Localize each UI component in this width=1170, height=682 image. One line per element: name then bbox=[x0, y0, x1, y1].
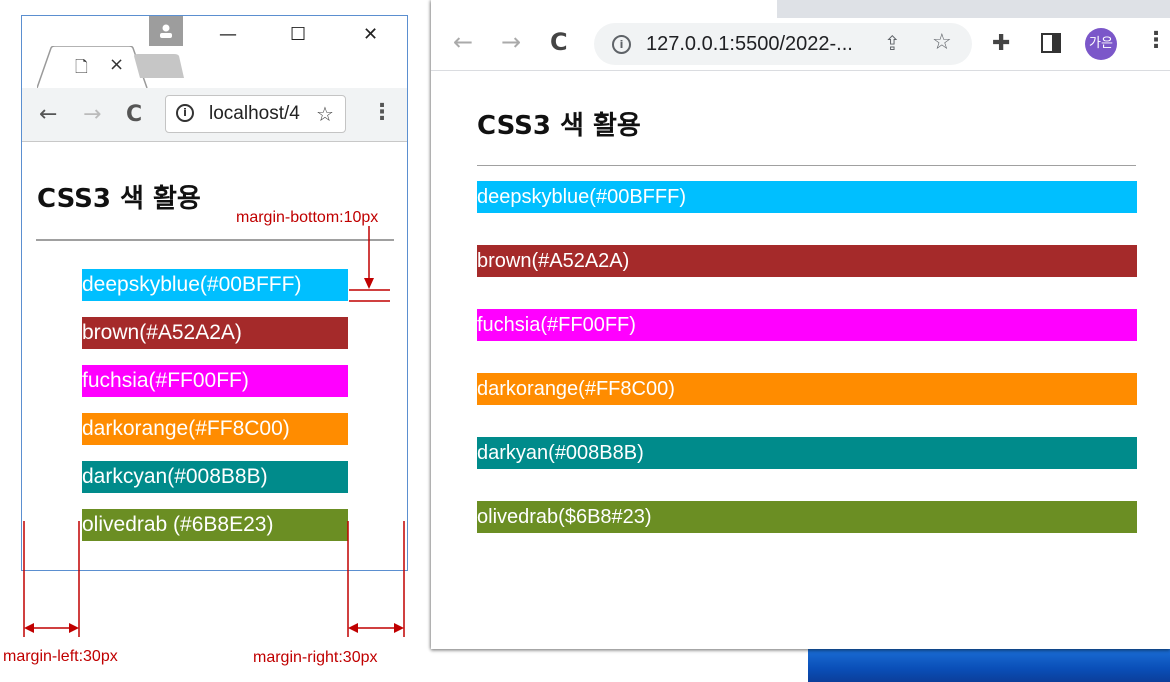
right-color-bar: darkorange(#FF8C00) bbox=[477, 373, 1137, 405]
right-browser-window: ← → C i 127.0.0.1:5500/2022-... ⇪ ☆ ✚ 가은… bbox=[431, 0, 1170, 649]
margin-right-label: margin-right:30px bbox=[253, 649, 378, 666]
back-icon[interactable]: ← bbox=[453, 28, 473, 56]
right-color-bar: deepskyblue(#00BFFF) bbox=[477, 181, 1137, 213]
right-color-bar: brown(#A52A2A) bbox=[477, 245, 1137, 277]
right-page-content: CSS3 색 활용 deepskyblue(#00BFFF) brown(#A52… bbox=[431, 71, 1170, 649]
margin-left-label: margin-left:30px bbox=[3, 648, 118, 665]
margin-bottom-label: margin-bottom:10px bbox=[236, 209, 379, 226]
address-url[interactable]: 127.0.0.1:5500/2022-... bbox=[646, 33, 853, 56]
right-active-tab[interactable] bbox=[431, 0, 777, 18]
desktop-background bbox=[808, 648, 1170, 682]
bookmark-star-icon[interactable]: ☆ bbox=[932, 30, 952, 55]
margin-annotations bbox=[23, 226, 405, 637]
heading-divider bbox=[477, 165, 1136, 166]
share-icon[interactable]: ⇪ bbox=[884, 31, 901, 55]
right-color-bar: olivedrab($6B8#23) bbox=[477, 501, 1137, 533]
profile-avatar[interactable]: 가은 bbox=[1085, 28, 1117, 60]
address-bar[interactable]: i 127.0.0.1:5500/2022-... ⇪ ☆ bbox=[594, 23, 972, 65]
tab-strip bbox=[431, 0, 1170, 18]
right-toolbar: ← → C i 127.0.0.1:5500/2022-... ⇪ ☆ ✚ 가은… bbox=[431, 18, 1170, 71]
side-panel-icon[interactable] bbox=[1041, 33, 1061, 53]
right-color-bar: darkyan(#008B8B) bbox=[477, 437, 1137, 469]
reload-icon[interactable]: C bbox=[550, 28, 568, 56]
page-heading: CSS3 색 활용 bbox=[477, 111, 641, 141]
extensions-puzzle-icon[interactable]: ✚ bbox=[992, 31, 1010, 56]
site-info-icon[interactable]: i bbox=[612, 35, 631, 54]
menu-icon[interactable]: ⋮ bbox=[1145, 28, 1167, 53]
right-color-bar: fuchsia(#FF00FF) bbox=[477, 309, 1137, 341]
forward-icon[interactable]: → bbox=[501, 28, 521, 56]
